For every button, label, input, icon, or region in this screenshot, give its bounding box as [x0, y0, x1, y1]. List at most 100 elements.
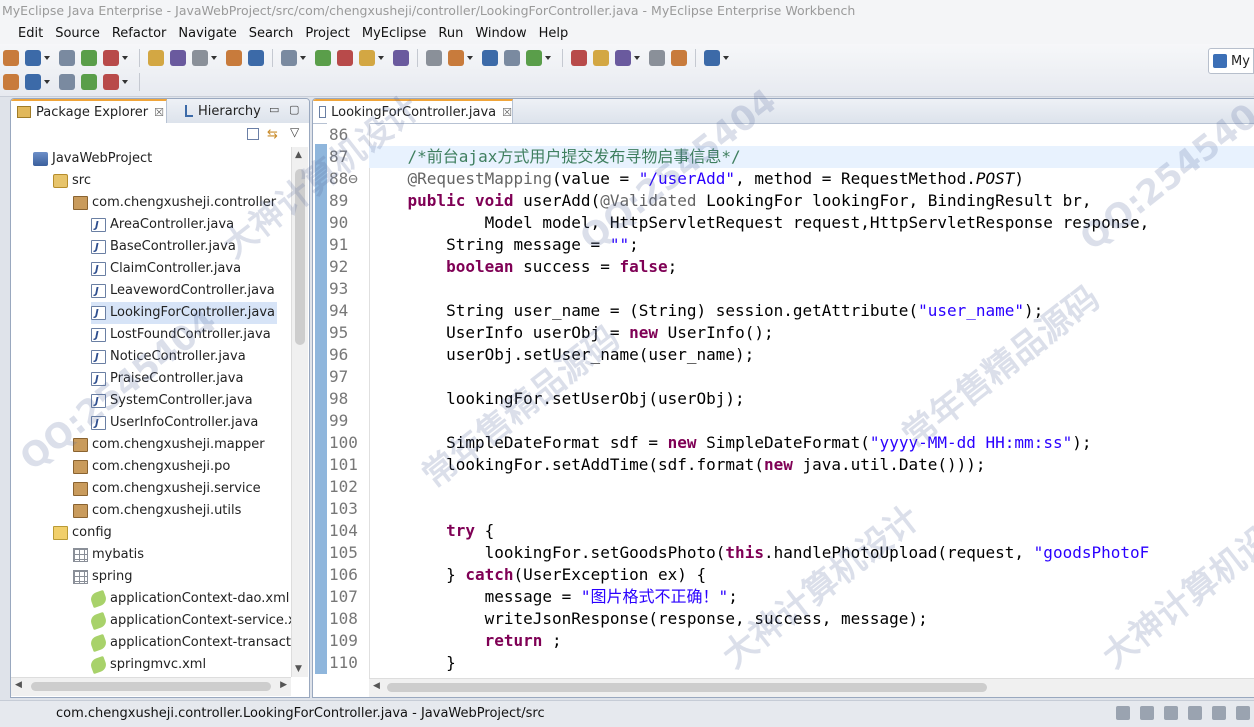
- code-line[interactable]: /*前台ajax方式用户提交发布寻物启事信息*/: [369, 146, 1254, 168]
- dropdown-caret-icon[interactable]: [545, 56, 551, 60]
- tab-package-explorer[interactable]: Package Explorer ☒: [11, 99, 167, 123]
- tasks-icon[interactable]: [1188, 706, 1202, 720]
- last-edit-icon[interactable]: [59, 74, 75, 90]
- menu-myeclipse[interactable]: MyEclipse: [356, 26, 433, 41]
- dropdown-caret-icon[interactable]: [467, 56, 473, 60]
- console-icon[interactable]: [1212, 706, 1226, 720]
- tree-item[interactable]: com.chengxusheji.po: [73, 456, 230, 478]
- scroll-right-icon[interactable]: ▶: [280, 680, 287, 690]
- code-line[interactable]: [369, 124, 1254, 146]
- external-icon[interactable]: [359, 50, 375, 66]
- link-with-editor-icon[interactable]: ⇆: [267, 127, 278, 142]
- lock-icon[interactable]: [671, 50, 687, 66]
- menu-edit[interactable]: Edit: [12, 26, 49, 41]
- tree-item[interactable]: BaseController.java: [91, 236, 236, 259]
- code-line[interactable]: try {: [369, 520, 1254, 542]
- tree-item[interactable]: LeavewordController.java: [91, 280, 275, 303]
- server-icon[interactable]: [1236, 706, 1250, 720]
- code-line[interactable]: message = "图片格式不正确！";: [369, 586, 1254, 608]
- deploy-icon[interactable]: [226, 50, 242, 66]
- scroll-thumb[interactable]: [295, 169, 305, 345]
- code-line[interactable]: @RequestMapping(value = "/userAdd", meth…: [369, 168, 1254, 190]
- tree-item[interactable]: applicationContext-dao.xml: [89, 588, 289, 610]
- code-line[interactable]: } catch(UserException ex) {: [369, 564, 1254, 586]
- minimize-view-icon[interactable]: ▭: [269, 103, 279, 116]
- forward-icon[interactable]: [103, 74, 119, 90]
- run-icon[interactable]: [148, 50, 164, 66]
- tree-item[interactable]: spring: [73, 566, 132, 588]
- dropdown-caret-icon[interactable]: [300, 56, 306, 60]
- perspective-switcher[interactable]: My: [1208, 48, 1254, 74]
- code-line[interactable]: lookingFor.setAddTime(sdf.format(new jav…: [369, 454, 1254, 476]
- close-tab-icon[interactable]: ☒: [154, 106, 164, 119]
- scroll-left-icon[interactable]: ◀: [15, 680, 22, 690]
- code-line[interactable]: writeJsonResponse(response, success, mes…: [369, 608, 1254, 630]
- dropdown-caret-icon[interactable]: [211, 56, 217, 60]
- config-icon[interactable]: [315, 50, 331, 66]
- dropdown-caret-icon[interactable]: [723, 56, 729, 60]
- tree-item[interactable]: AreaController.java: [91, 214, 234, 237]
- code-line[interactable]: Model model, HttpServletRequest request,…: [369, 212, 1254, 234]
- editor-horizontal-scrollbar[interactable]: ◀: [369, 678, 1254, 697]
- back-icon[interactable]: [649, 50, 665, 66]
- bug-icon[interactable]: [504, 50, 520, 66]
- terminal-icon[interactable]: [281, 50, 297, 66]
- maximize-view-icon[interactable]: ▢: [289, 103, 299, 116]
- task-icon[interactable]: [482, 50, 498, 66]
- dropdown-caret-icon[interactable]: [634, 56, 640, 60]
- tree-item[interactable]: LostFoundController.java: [91, 324, 271, 347]
- code-line[interactable]: [369, 410, 1254, 432]
- refresh-icon[interactable]: [337, 50, 353, 66]
- tree-item[interactable]: config: [53, 522, 112, 544]
- code-line[interactable]: public void userAdd(@Validated LookingFo…: [369, 190, 1254, 212]
- build-icon[interactable]: [426, 50, 442, 66]
- next-annotation-icon[interactable]: [3, 74, 19, 90]
- menu-refactor[interactable]: Refactor: [106, 26, 173, 41]
- dropdown-caret-icon[interactable]: [122, 80, 128, 84]
- code-line[interactable]: String message = "";: [369, 234, 1254, 256]
- code-line[interactable]: [369, 366, 1254, 388]
- tree-item[interactable]: mybatis: [73, 544, 144, 566]
- code-line[interactable]: SimpleDateFormat sdf = new SimpleDateFor…: [369, 432, 1254, 454]
- tree-item[interactable]: com.chengxusheji.service: [73, 478, 261, 500]
- fast-view-icon[interactable]: [1116, 706, 1130, 720]
- tree-item[interactable]: applicationContext-transacti: [89, 632, 291, 654]
- debug-icon[interactable]: [170, 50, 186, 66]
- tree-item[interactable]: UserInfoController.java: [91, 412, 258, 435]
- scroll-left-icon[interactable]: ◀: [373, 681, 380, 691]
- progress-icon[interactable]: [1164, 706, 1178, 720]
- menu-window[interactable]: Window: [469, 26, 532, 41]
- code-line[interactable]: UserInfo userObj = new UserInfo();: [369, 322, 1254, 344]
- menu-help[interactable]: Help: [533, 26, 575, 41]
- code-line[interactable]: String user_name = (String) session.getA…: [369, 300, 1254, 322]
- tree-item[interactable]: com.chengxusheji.utils: [73, 500, 241, 522]
- browser-icon[interactable]: [248, 50, 264, 66]
- code-line[interactable]: lookingFor.setUserObj(userObj);: [369, 388, 1254, 410]
- menu-run[interactable]: Run: [432, 26, 469, 41]
- scroll-down-icon[interactable]: ▼: [295, 664, 302, 674]
- dropdown-caret-icon[interactable]: [122, 56, 128, 60]
- help-icon[interactable]: [704, 50, 720, 66]
- back-icon[interactable]: [81, 74, 97, 90]
- code-line[interactable]: [369, 278, 1254, 300]
- view-menu-icon[interactable]: ▽: [290, 125, 299, 139]
- tree-item[interactable]: JavaWebProject: [33, 148, 152, 170]
- code-area[interactable]: /*前台ajax方式用户提交发布寻物启事信息*/ @RequestMapping…: [369, 123, 1254, 678]
- tree-item[interactable]: com.chengxusheji.controller: [73, 192, 276, 214]
- scroll-up-icon[interactable]: ▲: [295, 150, 302, 160]
- tree-item[interactable]: springmvc.xml: [89, 654, 206, 676]
- menu-project[interactable]: Project: [299, 26, 355, 41]
- tree-item[interactable]: src: [53, 170, 91, 192]
- dropdown-caret-icon[interactable]: [378, 56, 384, 60]
- tree-item[interactable]: applicationContext-service.xı: [89, 610, 291, 632]
- package-icon[interactable]: [526, 50, 542, 66]
- scroll-thumb[interactable]: [31, 682, 271, 691]
- tab-hierarchy[interactable]: Hierarchy: [179, 99, 261, 123]
- new-icon[interactable]: [3, 50, 19, 66]
- open-type-icon[interactable]: [81, 50, 97, 66]
- tab-lookingforcontroller[interactable]: LookingForController.java ☒: [313, 99, 513, 123]
- dropdown-caret-icon[interactable]: [44, 80, 50, 84]
- coverage-icon[interactable]: [393, 50, 409, 66]
- tree-horizontal-scrollbar[interactable]: ◀ ▶: [11, 677, 291, 696]
- tree-item[interactable]: ClaimController.java: [91, 258, 241, 281]
